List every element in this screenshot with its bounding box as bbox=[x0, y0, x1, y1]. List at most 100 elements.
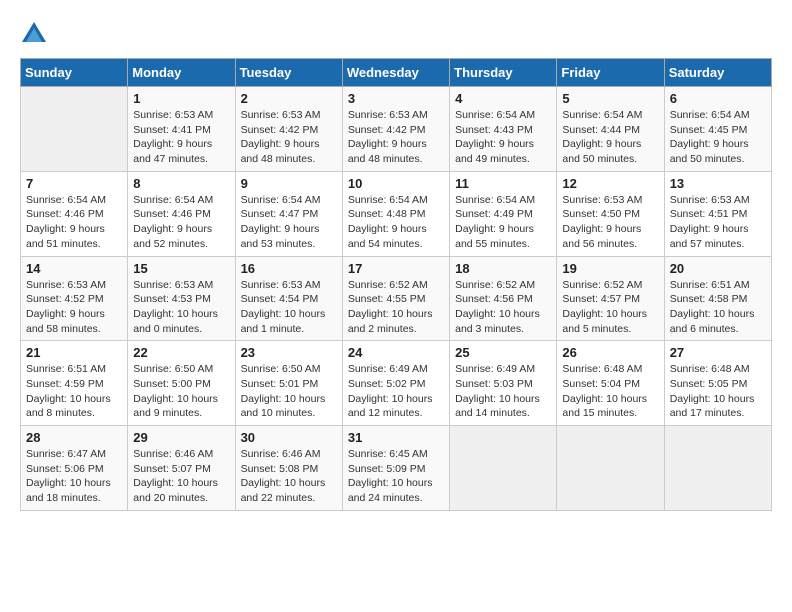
calendar-cell: 25 Sunrise: 6:49 AMSunset: 5:03 PMDaylig… bbox=[450, 341, 557, 426]
calendar-cell: 5 Sunrise: 6:54 AMSunset: 4:44 PMDayligh… bbox=[557, 87, 664, 172]
day-header-tuesday: Tuesday bbox=[235, 59, 342, 87]
calendar-cell: 13 Sunrise: 6:53 AMSunset: 4:51 PMDaylig… bbox=[664, 171, 771, 256]
day-header-sunday: Sunday bbox=[21, 59, 128, 87]
calendar-week-3: 14 Sunrise: 6:53 AMSunset: 4:52 PMDaylig… bbox=[21, 256, 772, 341]
cell-info: Sunrise: 6:53 AMSunset: 4:50 PMDaylight:… bbox=[562, 194, 642, 250]
calendar-cell: 23 Sunrise: 6:50 AMSunset: 5:01 PMDaylig… bbox=[235, 341, 342, 426]
cell-info: Sunrise: 6:54 AMSunset: 4:44 PMDaylight:… bbox=[562, 109, 642, 165]
cell-info: Sunrise: 6:54 AMSunset: 4:47 PMDaylight:… bbox=[241, 194, 321, 250]
day-number: 16 bbox=[241, 261, 337, 276]
calendar-cell: 20 Sunrise: 6:51 AMSunset: 4:58 PMDaylig… bbox=[664, 256, 771, 341]
day-header-thursday: Thursday bbox=[450, 59, 557, 87]
cell-info: Sunrise: 6:52 AMSunset: 4:55 PMDaylight:… bbox=[348, 279, 433, 335]
cell-info: Sunrise: 6:54 AMSunset: 4:46 PMDaylight:… bbox=[133, 194, 213, 250]
calendar-cell: 24 Sunrise: 6:49 AMSunset: 5:02 PMDaylig… bbox=[342, 341, 449, 426]
day-number: 15 bbox=[133, 261, 229, 276]
calendar-week-4: 21 Sunrise: 6:51 AMSunset: 4:59 PMDaylig… bbox=[21, 341, 772, 426]
day-number: 14 bbox=[26, 261, 122, 276]
cell-info: Sunrise: 6:48 AMSunset: 5:04 PMDaylight:… bbox=[562, 363, 647, 419]
day-number: 10 bbox=[348, 176, 444, 191]
cell-info: Sunrise: 6:54 AMSunset: 4:43 PMDaylight:… bbox=[455, 109, 535, 165]
day-number: 23 bbox=[241, 345, 337, 360]
calendar-cell: 1 Sunrise: 6:53 AMSunset: 4:41 PMDayligh… bbox=[128, 87, 235, 172]
calendar-week-5: 28 Sunrise: 6:47 AMSunset: 5:06 PMDaylig… bbox=[21, 426, 772, 511]
calendar-cell: 10 Sunrise: 6:54 AMSunset: 4:48 PMDaylig… bbox=[342, 171, 449, 256]
day-number: 19 bbox=[562, 261, 658, 276]
cell-info: Sunrise: 6:53 AMSunset: 4:52 PMDaylight:… bbox=[26, 279, 106, 335]
cell-info: Sunrise: 6:51 AMSunset: 4:58 PMDaylight:… bbox=[670, 279, 755, 335]
calendar-cell: 3 Sunrise: 6:53 AMSunset: 4:42 PMDayligh… bbox=[342, 87, 449, 172]
day-number: 28 bbox=[26, 430, 122, 445]
cell-info: Sunrise: 6:49 AMSunset: 5:02 PMDaylight:… bbox=[348, 363, 433, 419]
day-number: 6 bbox=[670, 91, 766, 106]
day-number: 1 bbox=[133, 91, 229, 106]
cell-info: Sunrise: 6:50 AMSunset: 5:01 PMDaylight:… bbox=[241, 363, 326, 419]
calendar-cell: 4 Sunrise: 6:54 AMSunset: 4:43 PMDayligh… bbox=[450, 87, 557, 172]
calendar-cell: 15 Sunrise: 6:53 AMSunset: 4:53 PMDaylig… bbox=[128, 256, 235, 341]
day-number: 5 bbox=[562, 91, 658, 106]
cell-info: Sunrise: 6:52 AMSunset: 4:56 PMDaylight:… bbox=[455, 279, 540, 335]
cell-info: Sunrise: 6:50 AMSunset: 5:00 PMDaylight:… bbox=[133, 363, 218, 419]
cell-info: Sunrise: 6:53 AMSunset: 4:53 PMDaylight:… bbox=[133, 279, 218, 335]
day-number: 30 bbox=[241, 430, 337, 445]
day-number: 21 bbox=[26, 345, 122, 360]
day-number: 26 bbox=[562, 345, 658, 360]
day-header-wednesday: Wednesday bbox=[342, 59, 449, 87]
calendar-cell: 14 Sunrise: 6:53 AMSunset: 4:52 PMDaylig… bbox=[21, 256, 128, 341]
calendar-cell bbox=[21, 87, 128, 172]
calendar-cell: 9 Sunrise: 6:54 AMSunset: 4:47 PMDayligh… bbox=[235, 171, 342, 256]
cell-info: Sunrise: 6:51 AMSunset: 4:59 PMDaylight:… bbox=[26, 363, 111, 419]
day-header-monday: Monday bbox=[128, 59, 235, 87]
day-header-saturday: Saturday bbox=[664, 59, 771, 87]
day-number: 24 bbox=[348, 345, 444, 360]
logo-icon bbox=[20, 20, 48, 48]
calendar-cell: 12 Sunrise: 6:53 AMSunset: 4:50 PMDaylig… bbox=[557, 171, 664, 256]
cell-info: Sunrise: 6:53 AMSunset: 4:51 PMDaylight:… bbox=[670, 194, 750, 250]
day-number: 27 bbox=[670, 345, 766, 360]
day-number: 2 bbox=[241, 91, 337, 106]
day-number: 29 bbox=[133, 430, 229, 445]
cell-info: Sunrise: 6:47 AMSunset: 5:06 PMDaylight:… bbox=[26, 448, 111, 504]
calendar-cell: 7 Sunrise: 6:54 AMSunset: 4:46 PMDayligh… bbox=[21, 171, 128, 256]
cell-info: Sunrise: 6:45 AMSunset: 5:09 PMDaylight:… bbox=[348, 448, 433, 504]
calendar-cell: 27 Sunrise: 6:48 AMSunset: 5:05 PMDaylig… bbox=[664, 341, 771, 426]
calendar-body: 1 Sunrise: 6:53 AMSunset: 4:41 PMDayligh… bbox=[21, 87, 772, 511]
calendar-cell bbox=[557, 426, 664, 511]
day-number: 8 bbox=[133, 176, 229, 191]
day-header-friday: Friday bbox=[557, 59, 664, 87]
calendar-cell: 16 Sunrise: 6:53 AMSunset: 4:54 PMDaylig… bbox=[235, 256, 342, 341]
calendar-cell bbox=[450, 426, 557, 511]
calendar-cell: 31 Sunrise: 6:45 AMSunset: 5:09 PMDaylig… bbox=[342, 426, 449, 511]
day-number: 11 bbox=[455, 176, 551, 191]
day-number: 18 bbox=[455, 261, 551, 276]
logo bbox=[20, 20, 50, 48]
calendar-cell: 2 Sunrise: 6:53 AMSunset: 4:42 PMDayligh… bbox=[235, 87, 342, 172]
cell-info: Sunrise: 6:49 AMSunset: 5:03 PMDaylight:… bbox=[455, 363, 540, 419]
day-number: 9 bbox=[241, 176, 337, 191]
cell-info: Sunrise: 6:53 AMSunset: 4:41 PMDaylight:… bbox=[133, 109, 213, 165]
cell-info: Sunrise: 6:54 AMSunset: 4:49 PMDaylight:… bbox=[455, 194, 535, 250]
calendar-cell: 8 Sunrise: 6:54 AMSunset: 4:46 PMDayligh… bbox=[128, 171, 235, 256]
calendar-cell bbox=[664, 426, 771, 511]
day-number: 4 bbox=[455, 91, 551, 106]
calendar-cell: 29 Sunrise: 6:46 AMSunset: 5:07 PMDaylig… bbox=[128, 426, 235, 511]
calendar-table: SundayMondayTuesdayWednesdayThursdayFrid… bbox=[20, 58, 772, 511]
calendar-cell: 6 Sunrise: 6:54 AMSunset: 4:45 PMDayligh… bbox=[664, 87, 771, 172]
day-number: 22 bbox=[133, 345, 229, 360]
day-number: 17 bbox=[348, 261, 444, 276]
cell-info: Sunrise: 6:53 AMSunset: 4:54 PMDaylight:… bbox=[241, 279, 326, 335]
cell-info: Sunrise: 6:53 AMSunset: 4:42 PMDaylight:… bbox=[348, 109, 428, 165]
cell-info: Sunrise: 6:54 AMSunset: 4:45 PMDaylight:… bbox=[670, 109, 750, 165]
calendar-cell: 26 Sunrise: 6:48 AMSunset: 5:04 PMDaylig… bbox=[557, 341, 664, 426]
day-number: 20 bbox=[670, 261, 766, 276]
calendar-cell: 21 Sunrise: 6:51 AMSunset: 4:59 PMDaylig… bbox=[21, 341, 128, 426]
cell-info: Sunrise: 6:54 AMSunset: 4:46 PMDaylight:… bbox=[26, 194, 106, 250]
day-number: 31 bbox=[348, 430, 444, 445]
calendar-cell: 22 Sunrise: 6:50 AMSunset: 5:00 PMDaylig… bbox=[128, 341, 235, 426]
calendar-week-2: 7 Sunrise: 6:54 AMSunset: 4:46 PMDayligh… bbox=[21, 171, 772, 256]
calendar-cell: 11 Sunrise: 6:54 AMSunset: 4:49 PMDaylig… bbox=[450, 171, 557, 256]
cell-info: Sunrise: 6:48 AMSunset: 5:05 PMDaylight:… bbox=[670, 363, 755, 419]
day-number: 7 bbox=[26, 176, 122, 191]
header-row: SundayMondayTuesdayWednesdayThursdayFrid… bbox=[21, 59, 772, 87]
cell-info: Sunrise: 6:46 AMSunset: 5:07 PMDaylight:… bbox=[133, 448, 218, 504]
